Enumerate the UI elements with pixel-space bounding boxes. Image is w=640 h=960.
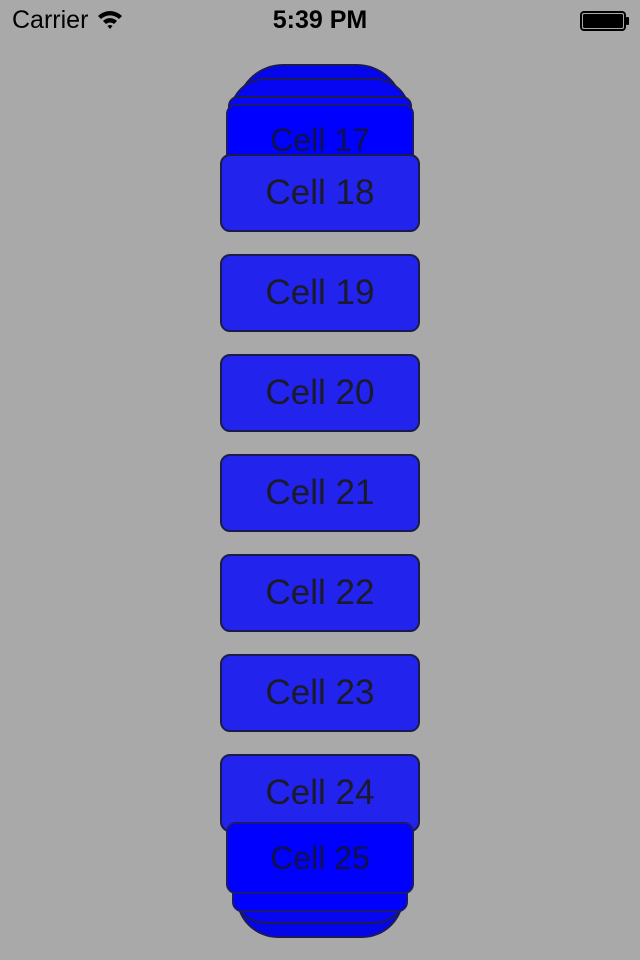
collection-cell-25[interactable]: Cell 25 bbox=[226, 822, 414, 894]
collection-cell-22[interactable]: Cell 22 bbox=[220, 554, 420, 632]
cell-label: Cell 17 bbox=[270, 122, 370, 158]
battery-icon bbox=[580, 11, 629, 31]
collection-cell-20[interactable]: Cell 20 bbox=[220, 354, 420, 432]
collection-cell-23[interactable]: Cell 23 bbox=[220, 654, 420, 732]
cell-label: Cell 23 bbox=[265, 673, 375, 712]
cell-label: Cell 20 bbox=[265, 373, 375, 412]
cell-label: Cell 22 bbox=[265, 573, 375, 612]
collection-cell-21[interactable]: Cell 21 bbox=[220, 454, 420, 532]
cell-label: Cell 18 bbox=[265, 173, 375, 212]
cell-label: Cell 25 bbox=[270, 840, 370, 876]
cell-label: Cell 24 bbox=[265, 773, 375, 812]
status-time: 5:39 PM bbox=[272, 6, 368, 34]
collection-cell-18[interactable]: Cell 18 bbox=[220, 154, 420, 232]
cell-label: Cell 21 bbox=[265, 473, 375, 512]
status-bar: Carrier 5:39 PM bbox=[0, 0, 640, 40]
screen: Carrier 5:39 PM Cell 17 Cell 18 Cell 19 … bbox=[0, 0, 640, 960]
cell-label: Cell 19 bbox=[265, 273, 375, 312]
collection-cell-24[interactable]: Cell 24 bbox=[220, 754, 420, 832]
collection-cell-19[interactable]: Cell 19 bbox=[220, 254, 420, 332]
